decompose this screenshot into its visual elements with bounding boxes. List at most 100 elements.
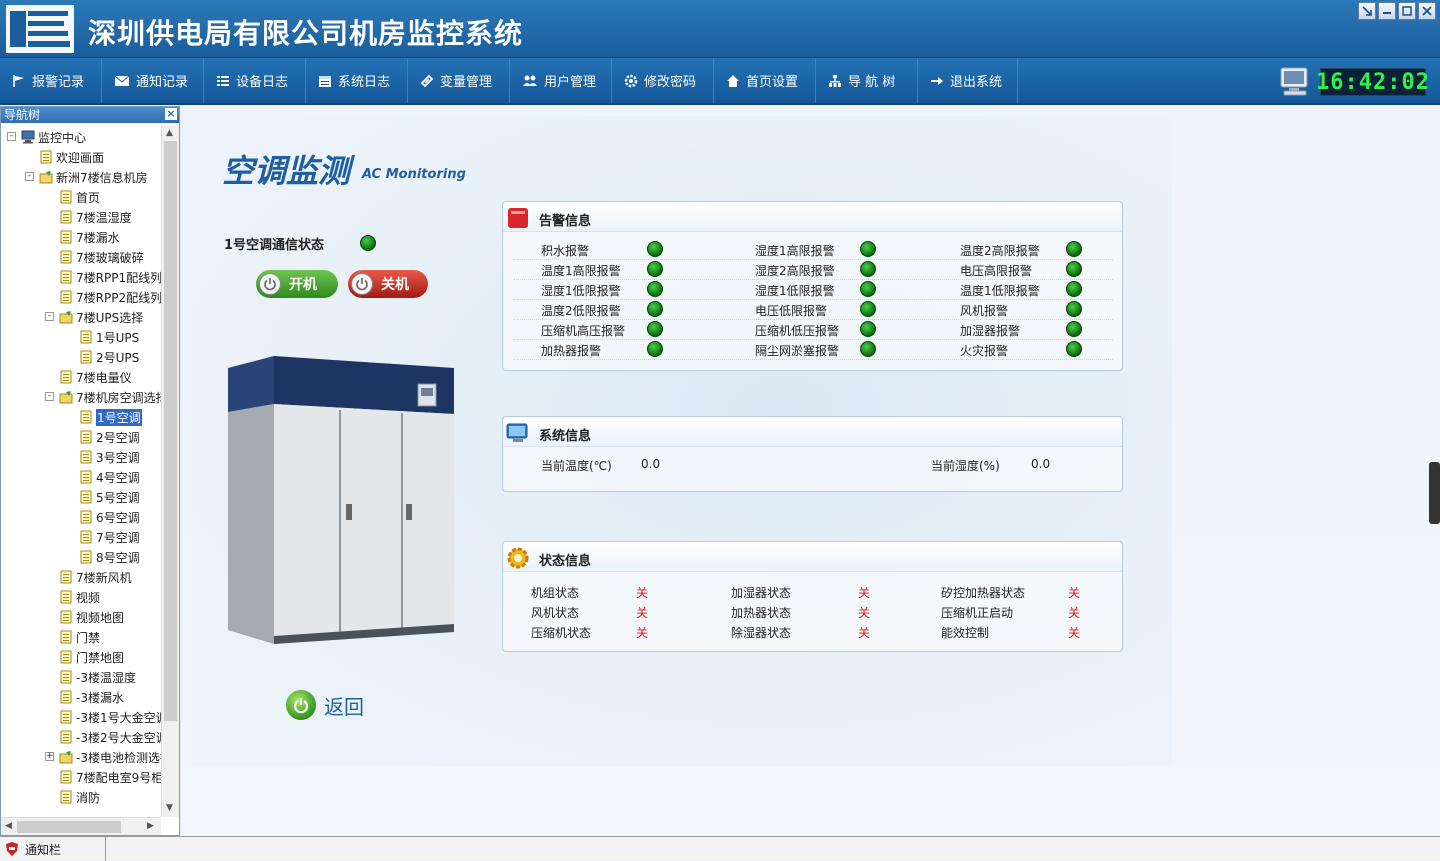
alarm-status-led-icon: [1066, 261, 1082, 277]
tree-item[interactable]: 首页: [59, 187, 100, 207]
scroll-up-icon[interactable]: ▲: [166, 128, 173, 138]
menu-item-1[interactable]: 报警记录: [0, 58, 102, 103]
state-value: 关: [858, 586, 871, 600]
tree-item[interactable]: 1号空调: [79, 407, 142, 427]
document-icon: [59, 670, 73, 684]
expand-icon[interactable]: +: [45, 752, 54, 761]
tree-item[interactable]: 2号空调: [79, 427, 140, 447]
tree-item[interactable]: 2号UPS: [79, 347, 139, 367]
tree-item[interactable]: 1号UPS: [79, 327, 139, 347]
tree-horizontal-scrollbar[interactable]: ◀ ▶: [1, 817, 161, 835]
tree-item-label: -3楼电池检测选择: [76, 750, 161, 765]
minimize-icon[interactable]: [1378, 2, 1396, 20]
back-arrow-icon: [286, 690, 316, 720]
menu-item-5[interactable]: 变量管理: [408, 58, 510, 103]
scroll-down-icon[interactable]: ▼: [166, 803, 173, 813]
tree-item[interactable]: 7号空调: [79, 527, 140, 547]
tree-item[interactable]: 门禁: [59, 627, 100, 647]
menu-item-8[interactable]: 首页设置: [714, 58, 816, 103]
tree-item[interactable]: 7楼配电室9号柜: [59, 767, 161, 787]
menu-item-label: 导 航 树: [848, 75, 896, 90]
back-button[interactable]: 返回: [286, 690, 364, 720]
alarm-status-led-icon: [860, 241, 876, 257]
power-on-label: 开机: [289, 277, 317, 293]
menu-item-7[interactable]: 修改密码: [612, 58, 714, 103]
tree-item-label: -3楼漏水: [76, 690, 124, 705]
menu-item-2[interactable]: 通知记录: [102, 58, 204, 103]
row-divider: [513, 339, 1113, 340]
tree-item[interactable]: 4号空调: [79, 467, 140, 487]
menu-item-label: 报警记录: [32, 75, 85, 90]
tree-hscroll-thumb[interactable]: [17, 821, 121, 833]
company-logo-icon: [6, 5, 74, 53]
state-info-panel: 状态信息 机组状态关加湿器状态关矽控加热器状态关风机状态关加热器状态关压缩机正启…: [502, 541, 1123, 652]
collapse-icon[interactable]: -: [45, 312, 54, 321]
tree-item[interactable]: 欢迎画面: [39, 147, 104, 167]
tree-scroll-thumb[interactable]: [164, 141, 177, 721]
document-icon: [79, 450, 93, 464]
power-on-button[interactable]: 开机: [256, 270, 338, 298]
document-icon: [79, 550, 93, 564]
menu-item-4[interactable]: 系统日志: [306, 58, 408, 103]
tree-item[interactable]: -3楼漏水: [59, 687, 124, 707]
tree-item[interactable]: 7楼RPP1配线列: [59, 267, 161, 287]
clock-time: 16:42:02: [1316, 69, 1430, 95]
tree-item[interactable]: 6号空调: [79, 507, 140, 527]
menu-item-9[interactable]: 导 航 树: [816, 58, 918, 103]
tree-item[interactable]: 7楼RPP2配线列: [59, 287, 161, 307]
close-icon[interactable]: [1418, 2, 1436, 20]
maximize-icon[interactable]: [1398, 2, 1416, 20]
close-icon[interactable]: ×: [165, 108, 177, 120]
alarm-label: 湿度2高限报警: [755, 264, 835, 278]
document-icon: [79, 530, 93, 544]
power-off-button[interactable]: 关机: [348, 270, 428, 298]
alarm-status-led-icon: [1066, 301, 1082, 317]
tree-item[interactable]: 7楼新风机: [59, 567, 132, 587]
menu-item-3[interactable]: 设备日志: [204, 58, 306, 103]
tree-item-label: 7号空调: [96, 530, 140, 545]
tree-item-label: 门禁: [76, 630, 101, 645]
document-icon: [79, 510, 93, 524]
folder-icon: [59, 390, 73, 404]
tree-item[interactable]: 新洲7楼信息机房: [39, 167, 148, 187]
tree-item[interactable]: 视频: [59, 587, 100, 607]
notice-label: 通知栏: [25, 842, 62, 857]
tree-item[interactable]: -3楼电池检测选择: [59, 747, 161, 767]
tree-vertical-scrollbar[interactable]: ▲ ▼: [161, 125, 179, 817]
menu-item-6[interactable]: 用户管理: [510, 58, 612, 103]
tree-item[interactable]: -3楼2号大金空调: [59, 727, 161, 747]
arrow-right-icon: [930, 74, 950, 88]
tree-item[interactable]: -3楼温湿度: [59, 667, 136, 687]
right-edge-handle[interactable]: [1429, 462, 1440, 524]
tree-item[interactable]: 3号空调: [79, 447, 140, 467]
tree-item[interactable]: 门禁地图: [59, 647, 124, 667]
notice-tab[interactable]: 通知栏: [0, 837, 106, 861]
scroll-right-icon[interactable]: ▶: [147, 821, 154, 831]
tree-item[interactable]: 监控中心: [21, 127, 86, 147]
state-label: 加湿器状态: [731, 586, 792, 600]
tree-item[interactable]: 7楼漏水: [59, 227, 120, 247]
restore-down-icon[interactable]: [1358, 2, 1376, 20]
tree-item[interactable]: -3楼1号大金空调: [59, 707, 161, 727]
collapse-icon[interactable]: -: [25, 172, 34, 181]
tree-item[interactable]: 7楼电量仪: [59, 367, 132, 387]
tree-item[interactable]: 5号空调: [79, 487, 140, 507]
scroll-left-icon[interactable]: ◀: [5, 821, 12, 831]
tree-item[interactable]: 视频地图: [59, 607, 124, 627]
tree-item[interactable]: 7楼UPS选择: [59, 307, 143, 327]
tree-item[interactable]: 8号空调: [79, 547, 140, 567]
collapse-icon[interactable]: -: [45, 392, 54, 401]
alarm-label: 湿度1低限报警: [541, 284, 621, 298]
collapse-icon[interactable]: -: [7, 132, 16, 141]
alarm-status-led-icon: [647, 241, 663, 257]
document-icon: [79, 430, 93, 444]
menu-item-10[interactable]: 退出系统: [918, 58, 1018, 103]
state-label: 能效控制: [941, 626, 990, 640]
alarm-status-led-icon: [1066, 341, 1082, 357]
tree-item[interactable]: 消防: [59, 787, 100, 807]
tree-item[interactable]: 7楼玻璃破碎: [59, 247, 144, 267]
status-bar: 通知栏: [0, 836, 1440, 861]
tree-item[interactable]: 7楼温湿度: [59, 207, 132, 227]
alarm-label: 温度1高限报警: [541, 264, 621, 278]
tree-item[interactable]: 7楼机房空调选择: [59, 387, 161, 407]
